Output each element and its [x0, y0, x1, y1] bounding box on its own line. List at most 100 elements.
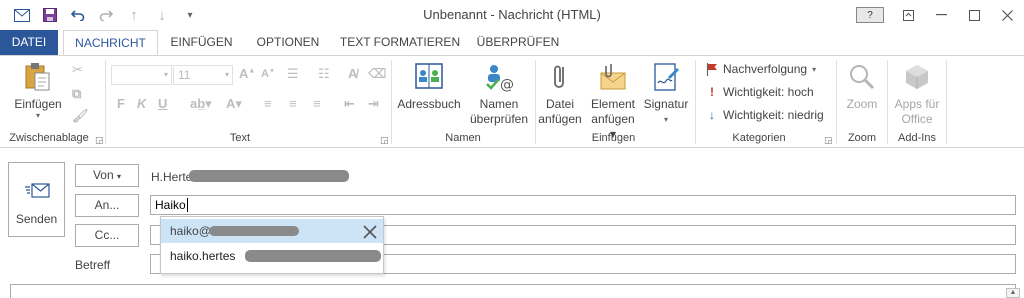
- font-size-value: 11: [178, 68, 191, 82]
- from-button[interactable]: Von ▾: [75, 164, 139, 187]
- font-size-combo[interactable]: 11 ▾: [173, 65, 233, 85]
- maximize-icon[interactable]: [958, 0, 991, 30]
- autocomplete-list: haiko@ haiko.hertes: [160, 216, 384, 274]
- attach-file-label-1: Datei: [545, 97, 574, 111]
- tags-launcher-icon[interactable]: ◲: [824, 135, 833, 146]
- apps-label-2: Office: [901, 112, 933, 126]
- zoom-label: Zoom: [846, 97, 878, 111]
- close-icon[interactable]: [991, 0, 1024, 30]
- to-field-value: Haiko: [155, 198, 186, 212]
- attach-file-button[interactable]: Datei anfügen: [536, 61, 584, 127]
- address-book-label: Adressbuch: [397, 97, 461, 111]
- from-button-label: Von: [92, 168, 114, 182]
- apps-label-1: Apps für: [894, 97, 940, 111]
- tab-ueberpruefen[interactable]: ÜBERPRÜFEN: [472, 30, 564, 55]
- tab-optionen[interactable]: OPTIONEN: [248, 30, 328, 55]
- clear-formatting-icon[interactable]: A̸: [348, 66, 357, 81]
- send-button[interactable]: Senden: [8, 162, 65, 237]
- address-book-button[interactable]: Adressbuch: [396, 61, 462, 112]
- minimize-icon[interactable]: [925, 0, 958, 30]
- tab-text-formatieren[interactable]: TEXT FORMATIEREN: [336, 30, 464, 55]
- redacted-email: [209, 226, 299, 236]
- low-importance-button[interactable]: ↓ Wichtigkeit: niedrig: [706, 108, 824, 122]
- message-body[interactable]: [10, 284, 1016, 298]
- font-name-combo[interactable]: ▾: [111, 65, 172, 85]
- follow-up-button[interactable]: Nachverfolgung ▾: [706, 62, 816, 76]
- grow-font-icon[interactable]: A▲: [239, 66, 255, 81]
- italic-icon[interactable]: K: [137, 96, 146, 111]
- high-importance-icon: !: [710, 85, 714, 99]
- redacted-email: [245, 250, 381, 262]
- low-importance-label: Wichtigkeit: niedrig: [723, 108, 824, 122]
- highlight-icon[interactable]: ab̲▾: [190, 96, 212, 112]
- signature-label: Signatur: [643, 97, 689, 111]
- redacted-from: [189, 170, 349, 182]
- paste-dropdown-arrow[interactable]: ▾: [12, 112, 64, 120]
- copy-icon[interactable]: ⧉: [72, 86, 81, 102]
- tab-einfuegen[interactable]: EINFÜGEN: [163, 30, 240, 55]
- from-value: H.Herte: [151, 170, 193, 184]
- check-names-label-1: Namen: [479, 97, 519, 111]
- autocomplete-item-text: haiko.hertes: [170, 249, 236, 263]
- shrink-font-icon[interactable]: A▼: [261, 68, 275, 80]
- apps-for-office-button[interactable]: Apps für Office: [890, 61, 944, 127]
- check-names-label-2: überprüfen: [469, 112, 529, 126]
- eraser-icon[interactable]: ⌫: [368, 66, 386, 82]
- attach-item-button[interactable]: Element anfügen ▾: [587, 61, 639, 142]
- paperclip-icon: [554, 65, 564, 88]
- cut-icon[interactable]: ✂: [72, 62, 83, 78]
- align-left-icon[interactable]: ≡: [264, 96, 272, 111]
- attach-item-icon: [600, 64, 626, 90]
- to-field[interactable]: Haiko: [150, 195, 1016, 215]
- align-right-icon[interactable]: ≡: [313, 96, 321, 111]
- low-importance-icon: ↓: [709, 108, 715, 122]
- align-center-icon[interactable]: ≡: [289, 96, 297, 111]
- attach-file-label-2: anfügen: [538, 112, 582, 126]
- check-names-icon: @: [486, 65, 514, 93]
- follow-up-label: Nachverfolgung: [723, 62, 808, 76]
- cc-button[interactable]: Cc...: [75, 224, 139, 247]
- autocomplete-item[interactable]: haiko.hertes: [161, 244, 383, 268]
- help-icon[interactable]: ?: [848, 0, 892, 30]
- tab-nachricht[interactable]: NACHRICHT: [63, 30, 158, 56]
- check-names-button[interactable]: @ Namen überprüfen: [466, 61, 532, 127]
- tab-datei[interactable]: DATEI: [0, 30, 58, 55]
- remove-suggestion-icon[interactable]: [361, 223, 379, 241]
- high-importance-label: Wichtigkeit: hoch: [723, 85, 814, 99]
- scroll-up-icon[interactable]: ▲: [1006, 288, 1020, 298]
- high-importance-button[interactable]: ! Wichtigkeit: hoch: [706, 85, 814, 99]
- address-book-icon: [415, 63, 443, 89]
- paste-label: Einfügen: [14, 97, 62, 111]
- to-button[interactable]: An...: [75, 194, 139, 217]
- attach-item-label-2: anfügen: [591, 112, 635, 126]
- flag-icon: [706, 62, 717, 76]
- numbering-icon[interactable]: ☷: [318, 66, 330, 82]
- bold-icon[interactable]: F: [117, 96, 125, 111]
- signature-button[interactable]: Signatur ▾: [641, 61, 691, 127]
- zoom-button[interactable]: Zoom: [840, 61, 884, 112]
- group-label-addins: Add-Ins: [898, 132, 936, 144]
- paste-button[interactable]: Einfügen ▾: [12, 61, 64, 120]
- autocomplete-item[interactable]: haiko@: [161, 219, 383, 243]
- ribbon-display-icon[interactable]: [892, 0, 925, 30]
- window-controls: ?: [848, 0, 1024, 30]
- group-label-include: Einfügen: [591, 132, 636, 144]
- format-painter-icon[interactable]: 🖌: [72, 108, 89, 124]
- decrease-indent-icon[interactable]: ⇤: [344, 96, 355, 112]
- group-label-names: Namen: [445, 132, 481, 144]
- text-launcher-icon[interactable]: ◲: [380, 135, 389, 146]
- underline-icon[interactable]: U: [158, 96, 167, 111]
- increase-indent-icon[interactable]: ⇥: [368, 96, 379, 112]
- send-label: Senden: [15, 212, 58, 226]
- ribbon-tabs: DATEI NACHRICHT EINFÜGEN OPTIONEN TEXT F…: [0, 30, 1024, 56]
- title-bar: ↑ ↓ ▾ Unbenannt - Nachricht (HTML) ?: [0, 0, 1024, 30]
- send-envelope-icon: [25, 183, 50, 198]
- group-label-tags: Kategorien: [732, 132, 786, 144]
- clipboard-launcher-icon[interactable]: ◲: [95, 135, 104, 146]
- text-cursor: [186, 198, 188, 212]
- font-color-icon[interactable]: A▾: [226, 96, 242, 112]
- bullets-icon[interactable]: ☰: [287, 66, 299, 82]
- signature-icon: [654, 63, 679, 91]
- magnifier-icon: [850, 65, 875, 90]
- group-label-text: Text: [229, 132, 251, 144]
